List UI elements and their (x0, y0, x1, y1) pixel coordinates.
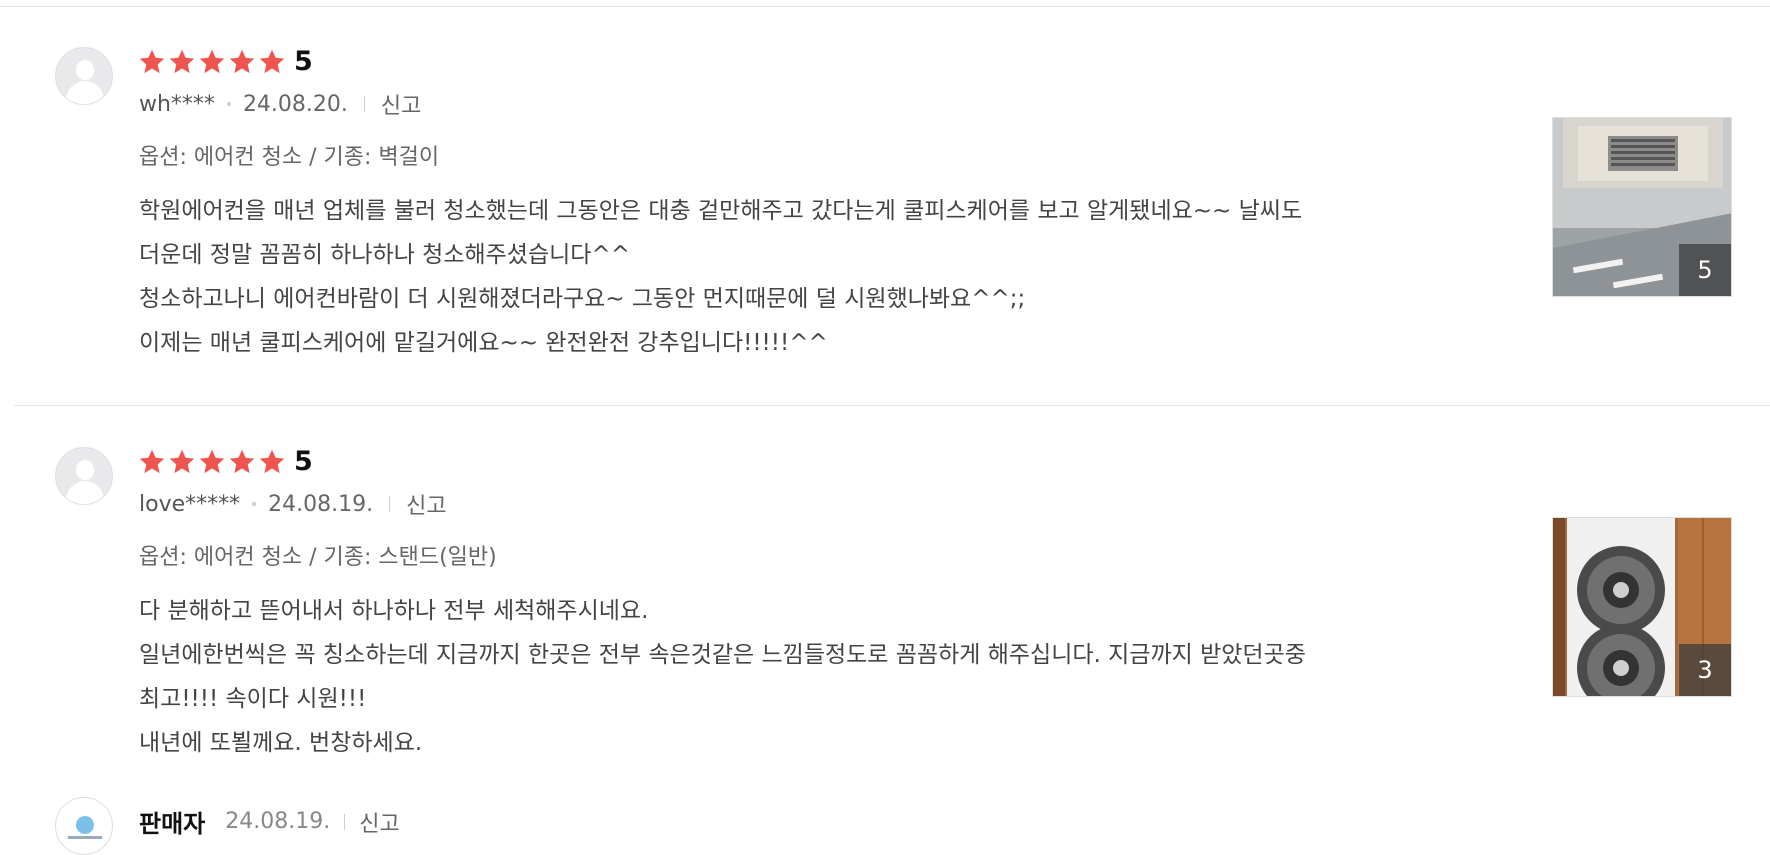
separator-bar (363, 96, 365, 112)
seller-reply-meta: 판매자 24.08.19. 신고 (139, 804, 400, 839)
rating-score: 5 (294, 46, 313, 77)
rating-score: 5 (294, 446, 313, 477)
seller-reply-date: 24.08.19. (225, 809, 331, 834)
review-text: 학원에어컨을 매년 업체를 불러 청소했는데 그동안은 대충 겉만해주고 갔다는… (139, 189, 1489, 365)
seller-label: 판매자 (139, 810, 206, 838)
star-rating: 5 (138, 448, 313, 476)
review-line: 다 분해하고 뜯어내서 하나하나 전부 세척해주시네요. (139, 598, 649, 624)
reviewer-name: wh**** (139, 91, 215, 117)
review-line: 더운데 정말 꼼꼼히 하나하나 청소해주셨습니다^^ (139, 242, 630, 268)
report-link[interactable]: 신고 (406, 488, 446, 520)
review-date: 24.08.20. (242, 91, 348, 117)
purchase-option: 옵션: 에어컨 청소 / 기종: 벽걸이 (139, 145, 440, 170)
star-icon (259, 49, 285, 74)
star-rating: 5 (138, 48, 313, 76)
user-avatar (55, 47, 113, 105)
star-icon (139, 49, 165, 74)
review-text: 다 분해하고 뜯어내서 하나하나 전부 세척해주시네요. 일년에한번씩은 꼭 칭… (139, 589, 1489, 765)
separator-bar (389, 496, 391, 512)
photo-count-badge: 3 (1679, 644, 1731, 696)
review-line: 이제는 매년 쿨피스케어에 맡길거에요~~ 완전완전 강추입니다!!!!!^^ (139, 330, 828, 356)
separator-dot (226, 102, 231, 106)
top-divider (0, 6, 1770, 7)
separator-bar (344, 813, 346, 830)
review-meta: love***** 24.08.19. 신고 (139, 488, 447, 520)
star-icon (169, 49, 195, 74)
seller-avatar (55, 797, 113, 855)
photo-count-badge: 5 (1679, 244, 1731, 296)
review-divider (14, 405, 1770, 406)
review-line: 내년에 또뵐께요. 번창하세요. (139, 730, 423, 756)
reviewer-name: love***** (139, 491, 241, 517)
star-icon (199, 49, 225, 74)
star-icon (229, 49, 255, 74)
star-icon (169, 449, 195, 474)
purchase-option: 옵션: 에어컨 청소 / 기종: 스탠드(일반) (139, 545, 497, 570)
report-link[interactable]: 신고 (359, 806, 399, 838)
review-line: 일년에한번씩은 꼭 칭소하는데 지금까지 한곳은 전부 속은것같은 느낌들정도로… (139, 642, 1306, 668)
review-meta: wh**** 24.08.20. 신고 (139, 88, 421, 120)
user-avatar (55, 447, 113, 505)
star-icon (139, 449, 165, 474)
star-icon (199, 449, 225, 474)
separator-dot (252, 502, 257, 506)
review-date: 24.08.19. (268, 491, 374, 517)
report-link[interactable]: 신고 (381, 88, 421, 120)
review-line: 최고!!!! 속이다 시원!!! (139, 686, 367, 712)
review-line: 청소하고나니 에어컨바람이 더 시원해졌더라구요~ 그동안 먼지때문에 덜 시원… (139, 286, 1026, 312)
review-line: 학원에어컨을 매년 업체를 불러 청소했는데 그동안은 대충 겉만해주고 갔다는… (139, 198, 1303, 224)
review-photo-thumbnail[interactable]: 3 (1552, 517, 1732, 697)
star-icon (229, 449, 255, 474)
star-icon (259, 449, 285, 474)
review-photo-thumbnail[interactable]: 5 (1552, 117, 1732, 297)
